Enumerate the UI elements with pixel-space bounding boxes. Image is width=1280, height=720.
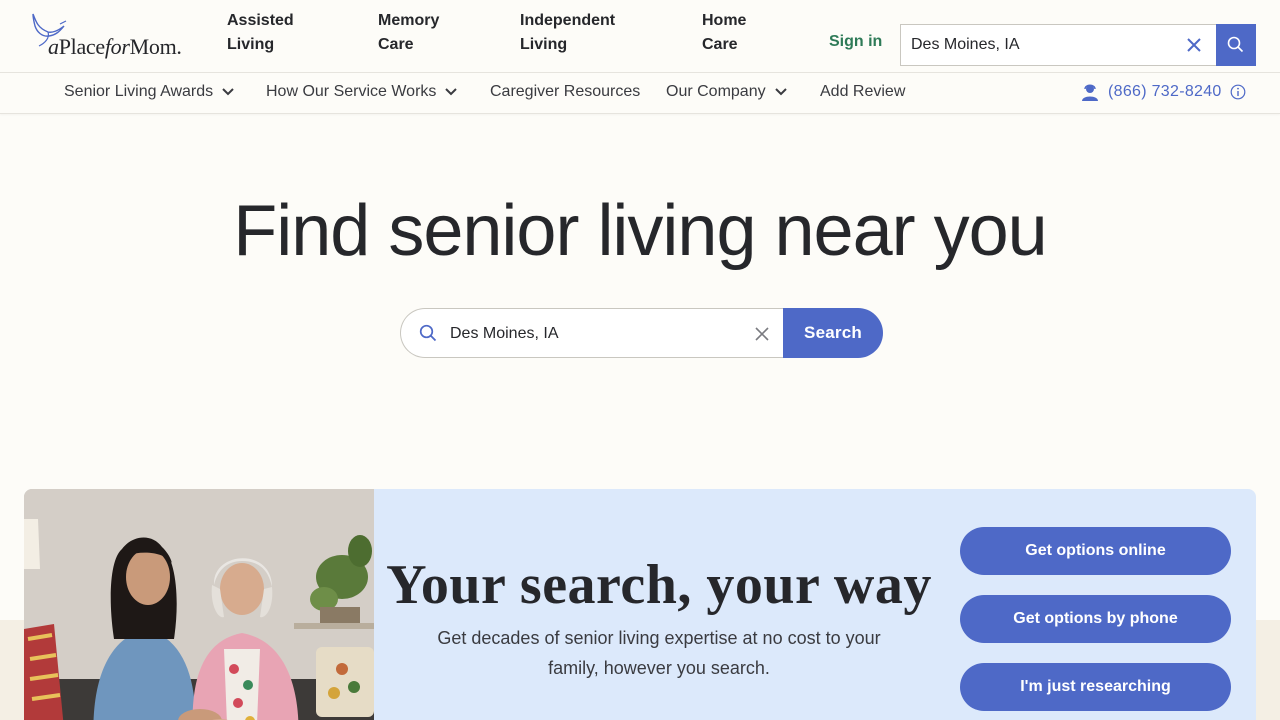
phone-number-link[interactable]: (866) 732-8240 (1080, 83, 1246, 101)
get-options-by-phone-button[interactable]: Get options by phone (960, 595, 1231, 643)
header-search-input[interactable]: Des Moines, IA (900, 24, 1256, 66)
hero-search-input[interactable]: Des Moines, IA (400, 308, 800, 358)
hero-search-bar: Des Moines, IA Search (400, 308, 884, 358)
sign-in-link[interactable]: Sign in (829, 33, 882, 51)
brand-logo[interactable]: aPlaceforMom. (30, 12, 188, 64)
hero-title: Find senior living near you (233, 191, 1047, 271)
just-researching-button[interactable]: I'm just researching (960, 663, 1231, 711)
promo-photo (24, 489, 374, 720)
header-search-button[interactable] (1216, 24, 1256, 66)
brand-wordmark: aPlaceforMom. (48, 34, 182, 59)
close-icon[interactable] (1185, 36, 1203, 54)
promo-card: Your search, your way Get decades of sen… (24, 489, 1256, 720)
info-icon[interactable] (1230, 84, 1246, 100)
search-icon (419, 324, 437, 342)
close-icon[interactable] (755, 327, 769, 341)
get-options-online-button[interactable]: Get options online (960, 527, 1231, 575)
subnav-label: Caregiver Resources (490, 83, 641, 100)
chevron-down-icon (222, 88, 234, 96)
nav-home-care[interactable]: Home Care (702, 9, 746, 57)
phone-number: (866) 732-8240 (1108, 83, 1222, 100)
subnav-label: Add Review (820, 83, 906, 100)
chevron-down-icon (445, 88, 458, 96)
subnav-caregiver-resources[interactable]: Caregiver Resources (490, 83, 640, 101)
hero-search-value: Des Moines, IA (450, 325, 559, 342)
subnav-label: How Our Service Works (266, 83, 437, 100)
subnav-add-review[interactable]: Add Review (820, 83, 905, 101)
secondary-nav: Senior Living Awards How Our Service Wor… (0, 73, 1280, 114)
search-icon (1227, 36, 1244, 53)
nav-independent-living[interactable]: Independent Living (520, 9, 615, 57)
chevron-down-icon (774, 88, 787, 96)
subnav-our-company[interactable]: Our Company (666, 83, 787, 101)
subnav-senior-living-awards[interactable]: Senior Living Awards (64, 83, 234, 101)
subnav-label: Senior Living Awards (64, 83, 214, 100)
nav-assisted-living[interactable]: Assisted Living (227, 9, 294, 57)
agent-icon (1082, 84, 1098, 101)
promo-title: Your search, your way (386, 554, 932, 616)
subnav-label: Our Company (666, 83, 766, 100)
header-search-value: Des Moines, IA (911, 36, 1020, 53)
subnav-how-our-service-works[interactable]: How Our Service Works (266, 83, 458, 101)
top-header: aPlaceforMom. Assisted Living Memory Care … (0, 0, 1280, 73)
hero-search-button[interactable]: Search (783, 308, 883, 358)
promo-subtitle: Get decades of senior living expertise a… (437, 628, 881, 678)
nav-memory-care[interactable]: Memory Care (378, 9, 439, 57)
